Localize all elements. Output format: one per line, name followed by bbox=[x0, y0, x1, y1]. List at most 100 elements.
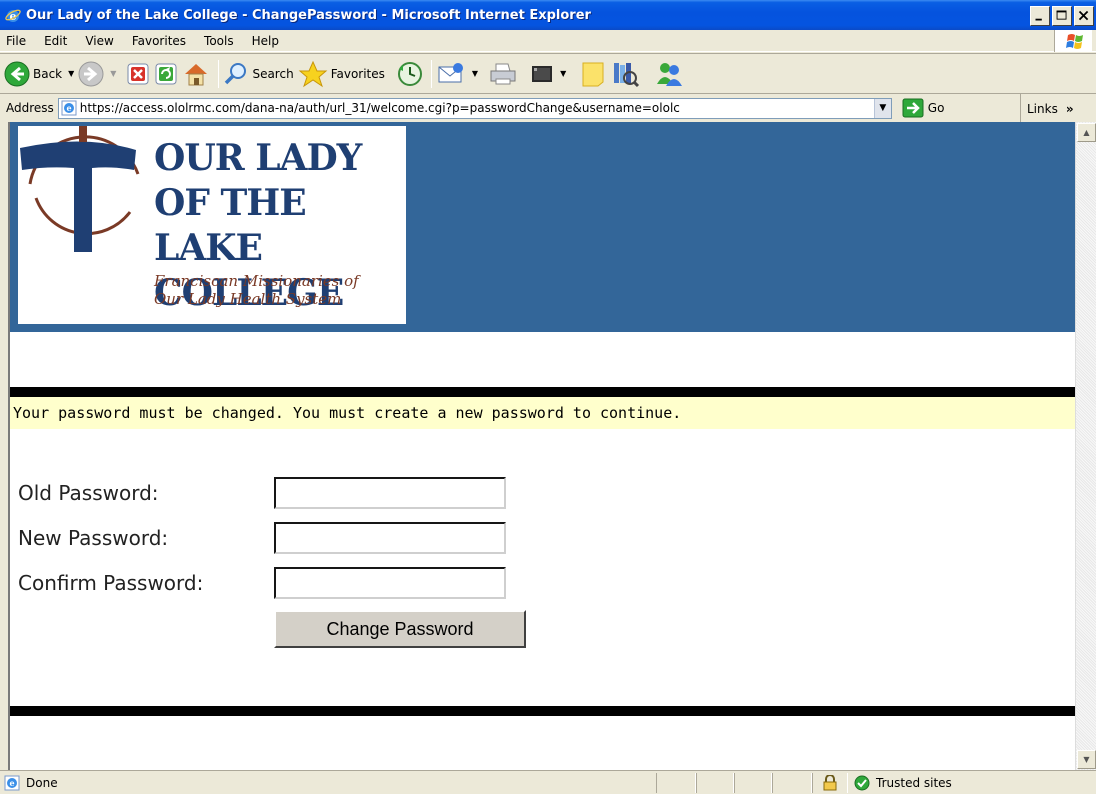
history-icon bbox=[397, 61, 422, 86]
new-password-label: New Password: bbox=[18, 526, 169, 550]
home-button[interactable] bbox=[182, 57, 210, 91]
minimize-button[interactable] bbox=[1030, 6, 1050, 26]
star-icon bbox=[298, 60, 328, 87]
lock-icon bbox=[823, 774, 837, 790]
favorites-button[interactable]: Favorites bbox=[298, 57, 385, 91]
status-text: Done bbox=[26, 775, 58, 790]
note-icon bbox=[582, 62, 604, 86]
refresh-button[interactable] bbox=[154, 57, 178, 91]
edit-page-icon bbox=[532, 65, 553, 82]
back-arrow-icon bbox=[4, 61, 30, 86]
go-label: Go bbox=[927, 101, 945, 115]
menu-help[interactable]: Help bbox=[243, 34, 288, 48]
svg-text:e: e bbox=[9, 778, 14, 788]
security-zone[interactable]: Trusted sites bbox=[854, 775, 952, 791]
scroll-up-icon[interactable]: ▲ bbox=[1077, 123, 1096, 142]
close-button[interactable] bbox=[1074, 6, 1094, 26]
messenger-icon bbox=[657, 62, 683, 86]
forward-dropdown-icon[interactable]: ▼ bbox=[110, 69, 116, 78]
stop-button[interactable] bbox=[126, 57, 150, 91]
toolbar-separator bbox=[218, 59, 220, 88]
status-bar: e Done Trusted sites bbox=[0, 770, 1096, 794]
edit-button[interactable]: ▼ bbox=[530, 57, 566, 91]
cross-logo-icon bbox=[20, 126, 140, 252]
ie-page-icon: e bbox=[4, 775, 20, 790]
logo-subtitle: Franciscan Missionaries of Our Lady Heal… bbox=[154, 272, 359, 308]
menu-favorites[interactable]: Favorites bbox=[123, 34, 195, 48]
stop-icon bbox=[127, 63, 149, 84]
history-button[interactable] bbox=[397, 57, 423, 91]
confirm-password-input[interactable] bbox=[274, 567, 506, 599]
status-pane bbox=[734, 772, 772, 793]
menu-bar: File Edit View Favorites Tools Help bbox=[0, 30, 1096, 52]
menu-file[interactable]: File bbox=[0, 34, 35, 48]
messenger-button[interactable] bbox=[654, 57, 684, 91]
college-logo: OUR LADY OF THE LAKE COLLEGE Franciscan … bbox=[18, 126, 406, 324]
discuss-button[interactable] bbox=[580, 57, 606, 91]
address-bar: Address e https://access.ololrmc.com/dan… bbox=[0, 93, 1096, 123]
trusted-check-icon bbox=[854, 775, 870, 790]
security-zone-label: Trusted sites bbox=[876, 775, 952, 790]
vertical-scrollbar[interactable]: ▲ ▼ bbox=[1075, 122, 1096, 770]
address-url: https://access.ololrmc.com/dana-na/auth/… bbox=[79, 101, 680, 115]
search-button[interactable]: Search bbox=[223, 57, 294, 91]
change-password-button[interactable]: Change Password bbox=[274, 610, 526, 648]
status-pane bbox=[696, 772, 734, 793]
search-label: Search bbox=[252, 66, 294, 81]
forward-button[interactable]: ▼ bbox=[78, 57, 116, 91]
address-label: Address bbox=[6, 101, 54, 115]
maximize-button[interactable] bbox=[1052, 6, 1072, 26]
confirm-password-label: Confirm Password: bbox=[18, 571, 204, 595]
confirm-password-row: Confirm Password: bbox=[18, 567, 506, 599]
go-button[interactable]: Go bbox=[902, 98, 945, 118]
search-icon bbox=[225, 62, 247, 84]
refresh-icon bbox=[155, 63, 177, 84]
edit-dropdown-icon[interactable]: ▼ bbox=[560, 69, 566, 78]
security-pane[interactable] bbox=[812, 772, 848, 793]
status-pane bbox=[772, 772, 812, 793]
page-content: OUR LADY OF THE LAKE COLLEGE Franciscan … bbox=[8, 122, 1075, 770]
windows-logo bbox=[1054, 30, 1092, 52]
title-bar[interactable]: e Our Lady of the Lake College - ChangeP… bbox=[0, 0, 1096, 30]
links-label: Links bbox=[1027, 101, 1058, 116]
back-label: Back bbox=[33, 66, 63, 81]
menu-tools[interactable]: Tools bbox=[195, 34, 243, 48]
old-password-row: Old Password: bbox=[18, 477, 506, 509]
header-divider bbox=[10, 387, 1075, 397]
home-icon bbox=[185, 63, 208, 85]
old-password-input[interactable] bbox=[274, 477, 506, 509]
ie-page-icon: e bbox=[61, 100, 77, 116]
mail-dropdown-icon[interactable]: ▼ bbox=[472, 69, 478, 78]
toolbar-separator bbox=[430, 59, 432, 88]
site-header: OUR LADY OF THE LAKE COLLEGE Franciscan … bbox=[10, 122, 1075, 332]
back-dropdown-icon[interactable]: ▼ bbox=[68, 69, 74, 78]
mail-button[interactable]: ▼ bbox=[436, 57, 478, 91]
forward-arrow-icon bbox=[78, 61, 104, 86]
mail-icon bbox=[438, 62, 463, 82]
links-toolbar[interactable]: Links » bbox=[1020, 94, 1096, 123]
scroll-down-icon[interactable]: ▼ bbox=[1077, 750, 1096, 769]
logo-line-2: OF THE LAKE bbox=[154, 182, 307, 269]
research-button[interactable] bbox=[610, 57, 640, 91]
logo-sub-line-2: Our Lady Health System bbox=[154, 290, 342, 308]
minimize-icon bbox=[1035, 18, 1042, 21]
status-text-pane: e Done bbox=[0, 772, 656, 794]
menu-edit[interactable]: Edit bbox=[35, 34, 76, 48]
old-password-label: Old Password: bbox=[18, 481, 159, 505]
footer-divider bbox=[10, 706, 1075, 716]
address-dropdown-icon[interactable]: ▼ bbox=[873, 98, 891, 118]
printer-icon bbox=[490, 63, 516, 84]
chevron-right-icon[interactable]: » bbox=[1066, 102, 1074, 116]
back-button[interactable]: Back ▼ bbox=[4, 57, 74, 91]
new-password-input[interactable] bbox=[274, 522, 506, 554]
standard-toolbar: Back ▼ ▼ Search Favorites ▼ ▼ bbox=[0, 53, 1096, 93]
go-arrow-icon bbox=[902, 98, 924, 118]
status-pane bbox=[656, 772, 696, 793]
svg-text:e: e bbox=[66, 103, 71, 113]
logo-sub-line-1: Franciscan Missionaries of bbox=[154, 272, 359, 290]
address-input[interactable]: e https://access.ololrmc.com/dana-na/aut… bbox=[57, 97, 892, 119]
close-icon bbox=[1078, 10, 1089, 21]
menu-view[interactable]: View bbox=[76, 34, 122, 48]
print-button[interactable] bbox=[488, 57, 518, 91]
favorites-label: Favorites bbox=[330, 66, 385, 81]
